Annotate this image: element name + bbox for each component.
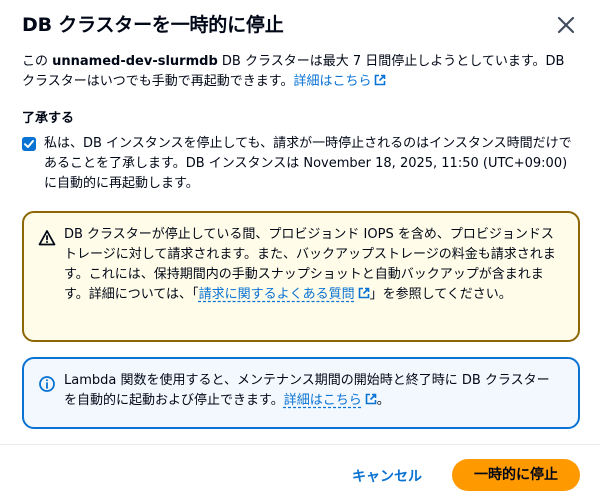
acknowledge-checkbox-row[interactable]: 私は、DB インスタンスを停止しても、請求が一時停止されるのはインスタンス時間だ… — [22, 134, 578, 194]
acknowledge-title: 了承する — [22, 111, 75, 126]
stop-cluster-modal: DB クラスターを一時的に停止 この unnamed-dev-slurmdb D… — [0, 0, 600, 502]
warning-text: DB クラスターが停止している間、プロビジョンド IOPS を含め、プロビジョン… — [64, 227, 556, 302]
warning-icon — [38, 230, 56, 246]
external-link-icon — [358, 287, 369, 299]
acknowledge-checkbox[interactable] — [22, 137, 36, 151]
info-text: Lambda 関数を使用すると、メンテナンス期間の開始時と終了時に DB クラス… — [64, 373, 550, 408]
billing-warning-alert: DB クラスターが停止している間、プロビジョンド IOPS を含め、プロビジョン… — [22, 211, 580, 342]
billing-faq-link[interactable]: 請求に関するよくある質問 — [199, 287, 370, 302]
cancel-button[interactable]: キャンセル — [344, 461, 430, 493]
close-icon[interactable] — [554, 13, 578, 37]
acknowledge-text: 私は、DB インスタンスを停止しても、請求が一時停止されるのはインスタンス時間だ… — [44, 136, 572, 191]
external-link-icon — [365, 393, 377, 405]
modal-footer: キャンセル 一時的に停止 — [0, 445, 600, 502]
learn-more-link[interactable]: 詳細はこちら — [293, 74, 386, 89]
modal-header: DB クラスターを一時的に停止 — [22, 12, 582, 42]
cluster-name: unnamed-dev-slurmdb — [52, 54, 218, 69]
info-icon — [39, 376, 55, 392]
lambda-learn-more-link[interactable]: 詳細はこちら — [284, 393, 377, 408]
intro-text: この unnamed-dev-slurmdb DB クラスターは最大 7 日間停… — [22, 54, 565, 89]
stop-temporarily-button[interactable]: 一時的に停止 — [452, 459, 580, 491]
modal-body: この unnamed-dev-slurmdb DB クラスターは最大 7 日間停… — [22, 52, 578, 92]
lambda-info-alert: Lambda 関数を使用すると、メンテナンス期間の開始時と終了時に DB クラス… — [22, 357, 580, 429]
modal-title: DB クラスターを一時的に停止 — [22, 14, 284, 36]
external-link-icon — [375, 74, 386, 86]
